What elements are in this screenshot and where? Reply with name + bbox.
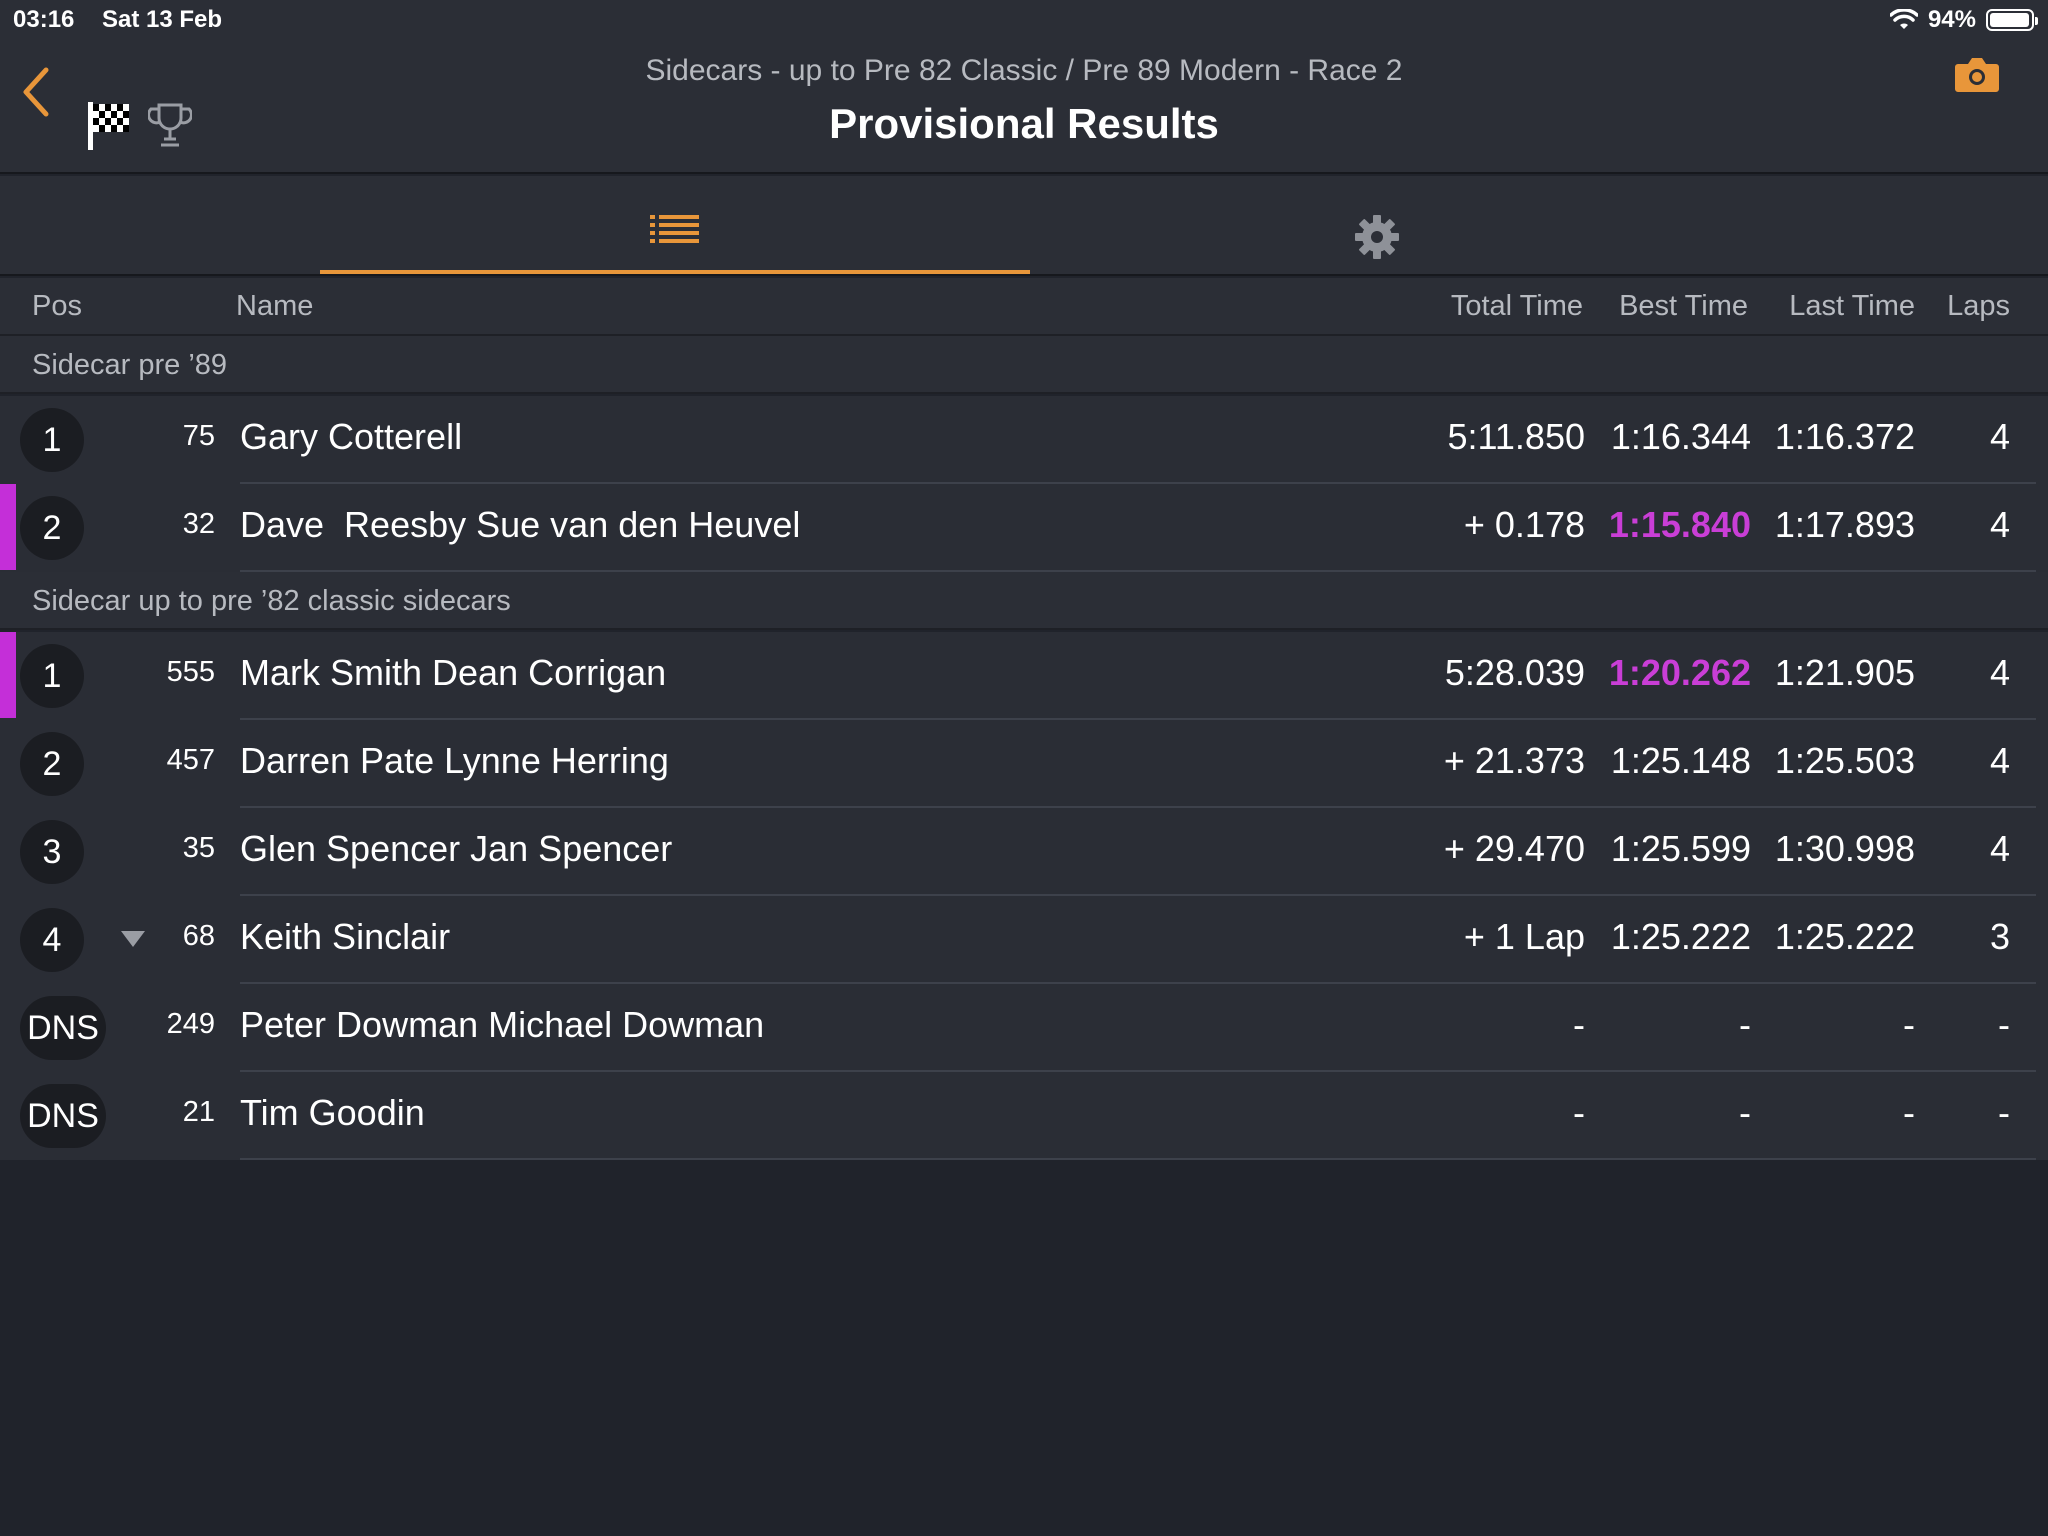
last-time: 1:25.222: [1774, 916, 1915, 957]
best-time: -: [1739, 1092, 1751, 1133]
col-best-time[interactable]: Best Time: [1619, 290, 1748, 323]
race-number: 35: [182, 832, 215, 864]
status-bar: 03:16 Sat 13 Feb 94%: [0, 0, 2048, 40]
active-tab-indicator: [320, 270, 1030, 274]
tab-results-list[interactable]: [320, 176, 1030, 276]
best-time: 1:15.840: [1608, 504, 1751, 545]
position-badge: 1: [20, 644, 84, 708]
total-time: -: [1573, 1092, 1585, 1133]
group-label: Sidecar pre ’89: [32, 349, 228, 381]
race-subtitle: Sidecars - up to Pre 82 Classic / Pre 89…: [645, 54, 1403, 87]
rider-name: Keith Sinclair: [240, 916, 451, 957]
empty-area: [0, 1160, 2048, 1536]
total-time: + 0.178: [1463, 504, 1585, 545]
last-time: -: [1903, 1004, 1915, 1045]
result-row[interactable]: 2 457 Darren Pate Lynne Herring + 21.373…: [0, 720, 2048, 808]
rider-name: Dave Reesby Sue van den Heuvel: [240, 504, 801, 545]
status-time: 03:16: [13, 6, 75, 33]
col-last-time[interactable]: Last Time: [1789, 290, 1915, 323]
group-label: Sidecar up to pre ’82 classic sidecars: [32, 585, 511, 617]
result-row[interactable]: 3 35 Glen Spencer Jan Spencer + 29.470 1…: [0, 808, 2048, 896]
gear-icon: [1355, 215, 1399, 259]
best-time: 1:25.599: [1610, 828, 1751, 869]
position-badge: DNS: [20, 1084, 106, 1148]
laps: 4: [1989, 652, 2010, 693]
col-pos[interactable]: Pos: [32, 290, 82, 323]
result-row[interactable]: 1 75 Gary Cotterell 5:11.850 1:16.344 1:…: [0, 396, 2048, 484]
position-badge: 2: [20, 732, 84, 796]
race-number: 75: [182, 420, 215, 452]
total-time: + 1 Lap: [1463, 916, 1585, 957]
laps: -: [1998, 1092, 2010, 1133]
position-badge: 4: [20, 908, 84, 972]
result-row[interactable]: 4 68 Keith Sinclair + 1 Lap 1:25.222 1:2…: [0, 896, 2048, 984]
laps: 4: [1989, 416, 2010, 457]
group-header: Sidecar up to pre ’82 classic sidecars: [0, 572, 2048, 630]
last-time: 1:21.905: [1774, 652, 1915, 693]
rider-name: Gary Cotterell: [240, 416, 463, 457]
camera-icon[interactable]: [1954, 54, 2000, 94]
result-row[interactable]: 2 32 Dave Reesby Sue van den Heuvel + 0.…: [0, 484, 2048, 572]
status-date: Sat 13 Feb: [102, 6, 223, 33]
fastest-lap-marker: [0, 632, 16, 718]
laps: 4: [1989, 740, 2010, 781]
position-badge: 3: [20, 820, 84, 884]
rider-name: Glen Spencer Jan Spencer: [240, 828, 673, 869]
race-number: 21: [182, 1096, 215, 1128]
best-time: -: [1739, 1004, 1751, 1045]
status-right: 94%: [1889, 6, 2038, 34]
battery-percent: 94%: [1927, 6, 1976, 33]
laps: 4: [1989, 828, 2010, 869]
result-row[interactable]: DNS 21 Tim Goodin - - - -: [0, 1072, 2048, 1160]
race-number: 68: [182, 920, 215, 952]
last-time: 1:17.893: [1774, 504, 1915, 545]
best-time: 1:16.344: [1610, 416, 1751, 457]
col-laps[interactable]: Laps: [1947, 290, 2010, 323]
position-down-icon: [121, 931, 145, 947]
total-time: + 29.470: [1443, 828, 1585, 869]
total-time: 5:28.039: [1444, 652, 1585, 693]
group-header: Sidecar pre ’89: [0, 336, 2048, 394]
last-time: 1:25.503: [1774, 740, 1915, 781]
tab-settings[interactable]: [1030, 176, 1724, 276]
position-badge: 1: [20, 408, 84, 472]
rider-name: Darren Pate Lynne Herring: [240, 740, 669, 781]
total-time: -: [1573, 1004, 1585, 1045]
col-name[interactable]: Name: [236, 290, 313, 323]
last-time: 1:30.998: [1774, 828, 1915, 869]
list-icon: [650, 215, 699, 243]
result-row[interactable]: DNS 249 Peter Dowman Michael Dowman - - …: [0, 984, 2048, 1072]
last-time: 1:16.372: [1774, 416, 1915, 457]
wifi-icon: [1889, 9, 1918, 29]
laps: -: [1998, 1004, 2010, 1045]
race-number: 457: [166, 744, 215, 776]
total-time: 5:11.850: [1447, 416, 1585, 457]
race-number: 32: [182, 508, 215, 540]
best-time: 1:20.262: [1608, 652, 1751, 693]
total-time: + 21.373: [1443, 740, 1585, 781]
best-time: 1:25.148: [1610, 740, 1751, 781]
rider-name: Mark Smith Dean Corrigan: [240, 652, 667, 693]
tab-bar: [0, 176, 2048, 276]
laps: 4: [1989, 504, 2010, 545]
last-time: -: [1903, 1092, 1915, 1133]
position-badge: DNS: [20, 996, 106, 1060]
col-total-time[interactable]: Total Time: [1451, 290, 1583, 323]
result-row[interactable]: 1 555 Mark Smith Dean Corrigan 5:28.039 …: [0, 632, 2048, 720]
race-number: 249: [166, 1008, 215, 1040]
laps: 3: [1989, 916, 2010, 957]
battery-icon: [1986, 9, 2038, 31]
header: Sidecars - up to Pre 82 Classic / Pre 89…: [0, 40, 2048, 174]
column-headers: Pos Name Total Time Best Time Last Time …: [0, 278, 2048, 336]
position-badge: 2: [20, 496, 84, 560]
rider-name: Tim Goodin: [240, 1092, 425, 1133]
best-time: 1:25.222: [1610, 916, 1751, 957]
page-title: Provisional Results: [829, 100, 1219, 147]
rider-name: Peter Dowman Michael Dowman: [240, 1004, 765, 1045]
fastest-lap-marker: [0, 484, 16, 570]
race-number: 555: [166, 656, 215, 688]
